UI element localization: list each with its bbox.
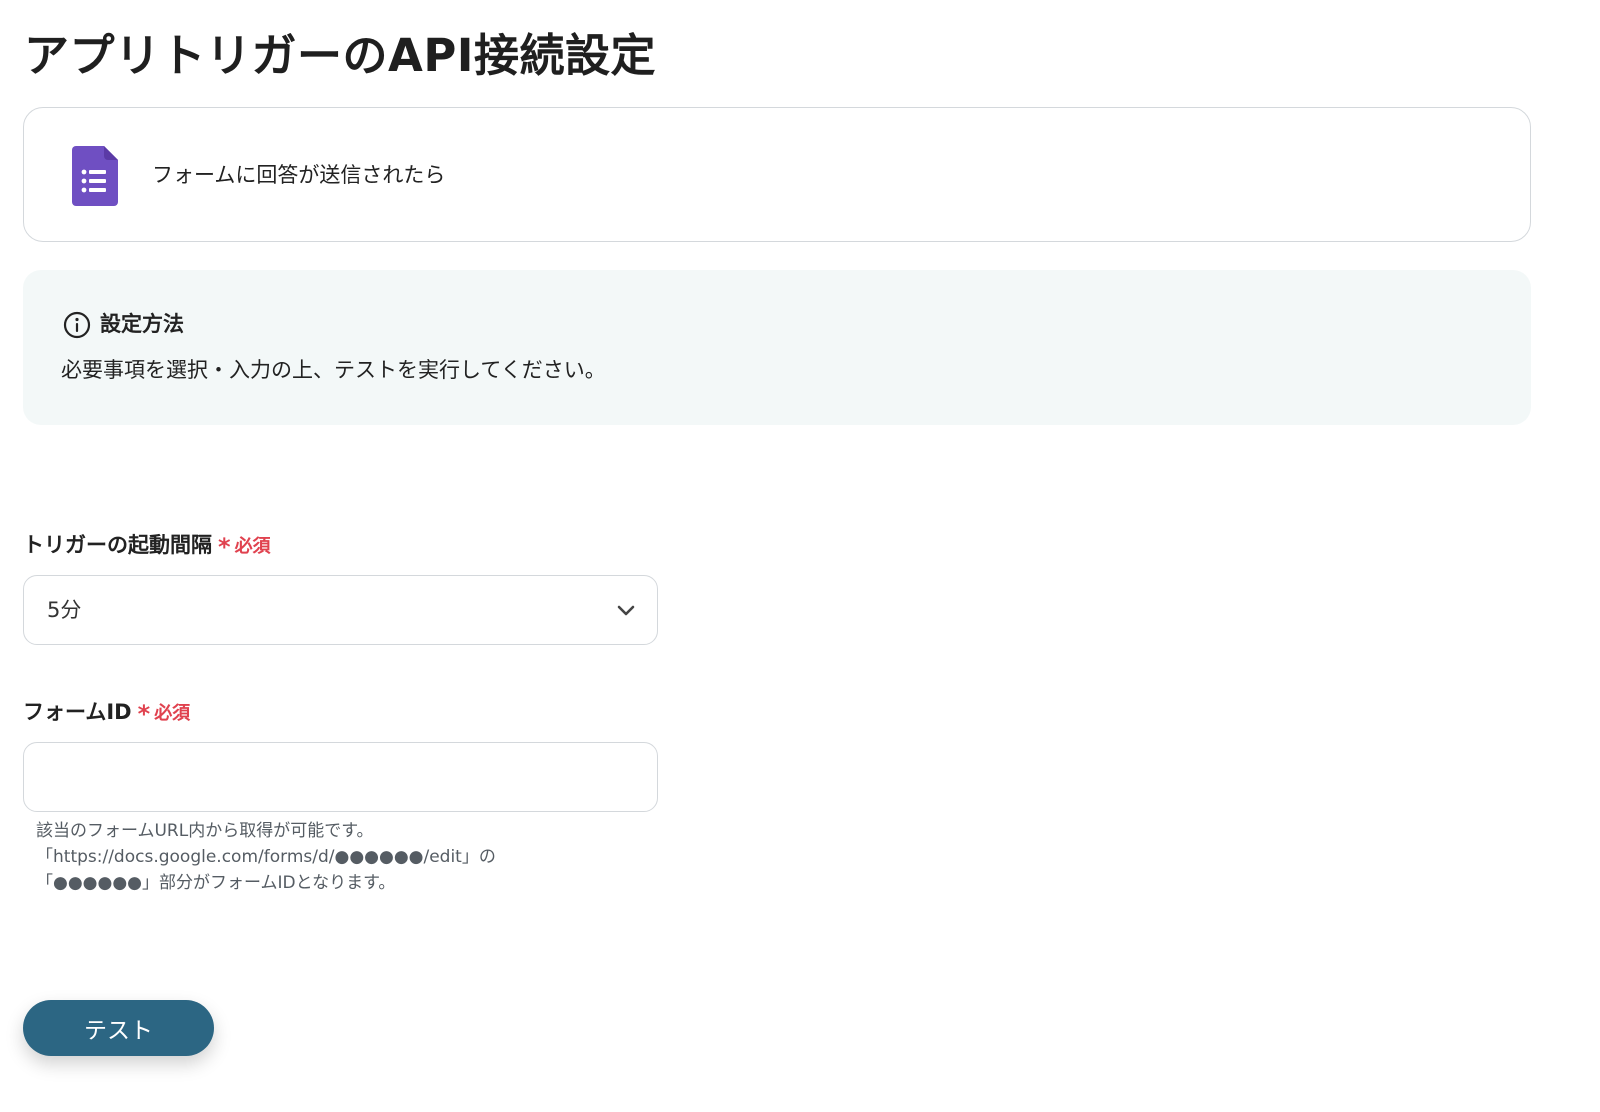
form-id-label-text: フォームID — [23, 700, 132, 724]
chevron-down-icon — [617, 605, 635, 616]
info-box: 設定方法 必要事項を選択・入力の上、テストを実行してください。 — [23, 270, 1531, 425]
page-title: アプリトリガーのAPI接続設定 — [24, 29, 657, 82]
help-line: 該当のフォームURL内から取得が可能です。 — [36, 821, 374, 841]
info-description: 必要事項を選択・入力の上、テストを実行してください。 — [61, 358, 606, 382]
google-forms-icon — [72, 146, 118, 206]
trigger-card[interactable]: フォームに回答が送信されたら — [23, 107, 1531, 242]
help-line: 「https://docs.google.com/forms/d/●●●●●●/… — [36, 847, 496, 867]
interval-label: トリガーの起動間隔 * 必須 — [23, 530, 271, 562]
form-id-label: フォームID * 必須 — [23, 697, 190, 729]
interval-select-value: 5分 — [47, 598, 82, 622]
required-badge: 必須 — [234, 536, 271, 557]
form-id-help: 該当のフォームURL内から取得が可能です。 「https://docs.goog… — [36, 818, 496, 896]
test-button[interactable]: テスト — [23, 1000, 214, 1056]
required-asterisk: * — [218, 533, 231, 561]
info-title: 設定方法 — [100, 312, 184, 336]
trigger-label: フォームに回答が送信されたら — [152, 163, 446, 187]
form-id-input[interactable] — [23, 742, 658, 812]
interval-select[interactable]: 5分 — [23, 575, 658, 645]
interval-label-text: トリガーの起動間隔 — [23, 533, 212, 557]
info-circle-icon — [63, 311, 91, 339]
required-asterisk: * — [137, 700, 151, 728]
required-badge: 必須 — [154, 703, 191, 724]
help-line: 「●●●●●●」部分がフォームIDとなります。 — [36, 873, 396, 893]
